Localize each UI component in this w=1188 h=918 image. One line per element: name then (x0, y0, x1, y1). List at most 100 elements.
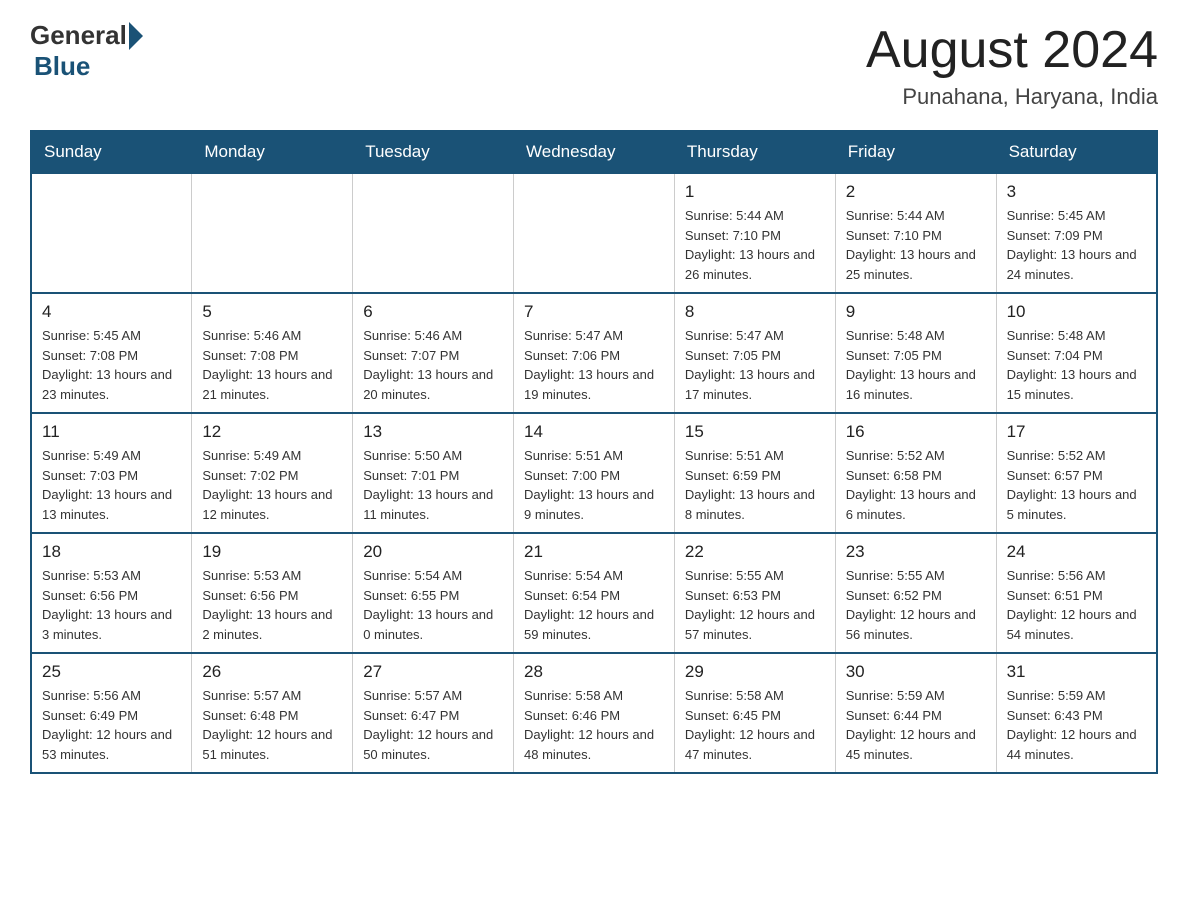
calendar-cell: 27Sunrise: 5:57 AM Sunset: 6:47 PM Dayli… (353, 653, 514, 773)
day-info: Sunrise: 5:53 AM Sunset: 6:56 PM Dayligh… (42, 566, 181, 644)
calendar-cell: 29Sunrise: 5:58 AM Sunset: 6:45 PM Dayli… (674, 653, 835, 773)
calendar-week-row: 18Sunrise: 5:53 AM Sunset: 6:56 PM Dayli… (31, 533, 1157, 653)
day-number: 16 (846, 422, 986, 442)
day-info: Sunrise: 5:57 AM Sunset: 6:48 PM Dayligh… (202, 686, 342, 764)
calendar-cell: 22 Sunrise: 5:55 AM Sunset: 6:53 PM Dayli… (674, 533, 835, 653)
day-number: 24 (1007, 542, 1146, 562)
calendar-cell: 9Sunrise: 5:48 AM Sunset: 7:05 PM Daylig… (835, 293, 996, 413)
logo-general: General (30, 20, 127, 51)
calendar-cell (353, 173, 514, 293)
day-info: Sunrise: 5:59 AM Sunset: 6:44 PM Dayligh… (846, 686, 986, 764)
day-number: 15 (685, 422, 825, 442)
day-number: 26 (202, 662, 342, 682)
day-info: Sunrise: 5:48 AM Sunset: 7:04 PM Dayligh… (1007, 326, 1146, 404)
calendar-cell: 21 Sunrise: 5:54 AM Sunset: 6:54 PM Dayli… (514, 533, 675, 653)
calendar-cell: 2 Sunrise: 5:44 AM Sunset: 7:10 PM Daylig… (835, 173, 996, 293)
calendar-cell: 3 Sunrise: 5:45 AM Sunset: 7:09 PM Daylig… (996, 173, 1157, 293)
calendar-cell: 14 Sunrise: 5:51 AM Sunset: 7:00 PM Dayli… (514, 413, 675, 533)
calendar-cell: 8 Sunrise: 5:47 AM Sunset: 7:05 PM Daylig… (674, 293, 835, 413)
day-info: Sunrise: 5:46 AM Sunset: 7:08 PM Dayligh… (202, 326, 342, 404)
day-info: Sunrise: 5:51 AM Sunset: 6:59 PM Dayligh… (685, 446, 825, 524)
day-info: Sunrise: 5:51 AM Sunset: 7:00 PM Dayligh… (524, 446, 664, 524)
day-number: 30 (846, 662, 986, 682)
location: Punahana, Haryana, India (866, 84, 1158, 110)
calendar-cell: 31 Sunrise: 5:59 AM Sunset: 6:43 PM Dayli… (996, 653, 1157, 773)
calendar-cell (31, 173, 192, 293)
day-info: Sunrise: 5:44 AM Sunset: 7:10 PM Dayligh… (846, 206, 986, 284)
calendar-cell: 16 Sunrise: 5:52 AM Sunset: 6:58 PM Dayli… (835, 413, 996, 533)
day-number: 3 (1007, 182, 1146, 202)
day-info: Sunrise: 5:46 AM Sunset: 7:07 PM Dayligh… (363, 326, 503, 404)
day-number: 5 (202, 302, 342, 322)
calendar-day-header: Monday (192, 131, 353, 173)
title-section: August 2024 Punahana, Haryana, India (866, 20, 1158, 110)
day-info: Sunrise: 5:45 AM Sunset: 7:08 PM Dayligh… (42, 326, 181, 404)
calendar-week-row: 25 Sunrise: 5:56 AM Sunset: 6:49 PM Dayli… (31, 653, 1157, 773)
calendar-day-header: Friday (835, 131, 996, 173)
calendar-cell: 10 Sunrise: 5:48 AM Sunset: 7:04 PM Dayli… (996, 293, 1157, 413)
calendar-day-header: Tuesday (353, 131, 514, 173)
logo-triangle-icon (129, 22, 143, 50)
day-number: 10 (1007, 302, 1146, 322)
calendar-cell: 15 Sunrise: 5:51 AM Sunset: 6:59 PM Dayli… (674, 413, 835, 533)
day-number: 27 (363, 662, 503, 682)
calendar-cell: 19Sunrise: 5:53 AM Sunset: 6:56 PM Dayli… (192, 533, 353, 653)
day-info: Sunrise: 5:52 AM Sunset: 6:58 PM Dayligh… (846, 446, 986, 524)
day-number: 7 (524, 302, 664, 322)
calendar-cell: 5 Sunrise: 5:46 AM Sunset: 7:08 PM Daylig… (192, 293, 353, 413)
calendar-cell: 23 Sunrise: 5:55 AM Sunset: 6:52 PM Dayli… (835, 533, 996, 653)
day-number: 2 (846, 182, 986, 202)
month-title: August 2024 (866, 20, 1158, 80)
calendar-week-row: 4Sunrise: 5:45 AM Sunset: 7:08 PM Daylig… (31, 293, 1157, 413)
calendar-cell: 6 Sunrise: 5:46 AM Sunset: 7:07 PM Daylig… (353, 293, 514, 413)
day-info: Sunrise: 5:59 AM Sunset: 6:43 PM Dayligh… (1007, 686, 1146, 764)
day-number: 6 (363, 302, 503, 322)
day-number: 29 (685, 662, 825, 682)
day-number: 22 (685, 542, 825, 562)
day-info: Sunrise: 5:56 AM Sunset: 6:49 PM Dayligh… (42, 686, 181, 764)
calendar-cell: 11Sunrise: 5:49 AM Sunset: 7:03 PM Dayli… (31, 413, 192, 533)
calendar-cell: 12 Sunrise: 5:49 AM Sunset: 7:02 PM Dayli… (192, 413, 353, 533)
day-info: Sunrise: 5:47 AM Sunset: 7:05 PM Dayligh… (685, 326, 825, 404)
day-info: Sunrise: 5:55 AM Sunset: 6:53 PM Dayligh… (685, 566, 825, 644)
day-info: Sunrise: 5:45 AM Sunset: 7:09 PM Dayligh… (1007, 206, 1146, 284)
calendar-day-header: Wednesday (514, 131, 675, 173)
calendar-cell: 18Sunrise: 5:53 AM Sunset: 6:56 PM Dayli… (31, 533, 192, 653)
calendar-cell: 30 Sunrise: 5:59 AM Sunset: 6:44 PM Dayli… (835, 653, 996, 773)
page-header: General Blue August 2024 Punahana, Harya… (30, 20, 1158, 110)
day-info: Sunrise: 5:47 AM Sunset: 7:06 PM Dayligh… (524, 326, 664, 404)
day-number: 14 (524, 422, 664, 442)
day-number: 20 (363, 542, 503, 562)
day-number: 12 (202, 422, 342, 442)
calendar-header-row: SundayMondayTuesdayWednesdayThursdayFrid… (31, 131, 1157, 173)
calendar-cell: 7 Sunrise: 5:47 AM Sunset: 7:06 PM Daylig… (514, 293, 675, 413)
day-number: 21 (524, 542, 664, 562)
calendar-cell (514, 173, 675, 293)
day-info: Sunrise: 5:49 AM Sunset: 7:03 PM Dayligh… (42, 446, 181, 524)
calendar-cell: 28Sunrise: 5:58 AM Sunset: 6:46 PM Dayli… (514, 653, 675, 773)
day-info: Sunrise: 5:49 AM Sunset: 7:02 PM Dayligh… (202, 446, 342, 524)
day-number: 1 (685, 182, 825, 202)
calendar-cell: 17 Sunrise: 5:52 AM Sunset: 6:57 PM Dayli… (996, 413, 1157, 533)
day-info: Sunrise: 5:44 AM Sunset: 7:10 PM Dayligh… (685, 206, 825, 284)
calendar-cell: 13 Sunrise: 5:50 AM Sunset: 7:01 PM Dayli… (353, 413, 514, 533)
calendar-cell: 4Sunrise: 5:45 AM Sunset: 7:08 PM Daylig… (31, 293, 192, 413)
calendar-day-header: Sunday (31, 131, 192, 173)
day-number: 13 (363, 422, 503, 442)
day-number: 25 (42, 662, 181, 682)
calendar-cell: 24Sunrise: 5:56 AM Sunset: 6:51 PM Dayli… (996, 533, 1157, 653)
day-number: 23 (846, 542, 986, 562)
day-number: 9 (846, 302, 986, 322)
calendar-cell (192, 173, 353, 293)
day-info: Sunrise: 5:52 AM Sunset: 6:57 PM Dayligh… (1007, 446, 1146, 524)
day-info: Sunrise: 5:54 AM Sunset: 6:54 PM Dayligh… (524, 566, 664, 644)
day-number: 8 (685, 302, 825, 322)
day-info: Sunrise: 5:53 AM Sunset: 6:56 PM Dayligh… (202, 566, 342, 644)
calendar-day-header: Thursday (674, 131, 835, 173)
day-info: Sunrise: 5:50 AM Sunset: 7:01 PM Dayligh… (363, 446, 503, 524)
day-info: Sunrise: 5:54 AM Sunset: 6:55 PM Dayligh… (363, 566, 503, 644)
day-info: Sunrise: 5:55 AM Sunset: 6:52 PM Dayligh… (846, 566, 986, 644)
day-number: 31 (1007, 662, 1146, 682)
calendar-cell: 25 Sunrise: 5:56 AM Sunset: 6:49 PM Dayli… (31, 653, 192, 773)
day-number: 17 (1007, 422, 1146, 442)
